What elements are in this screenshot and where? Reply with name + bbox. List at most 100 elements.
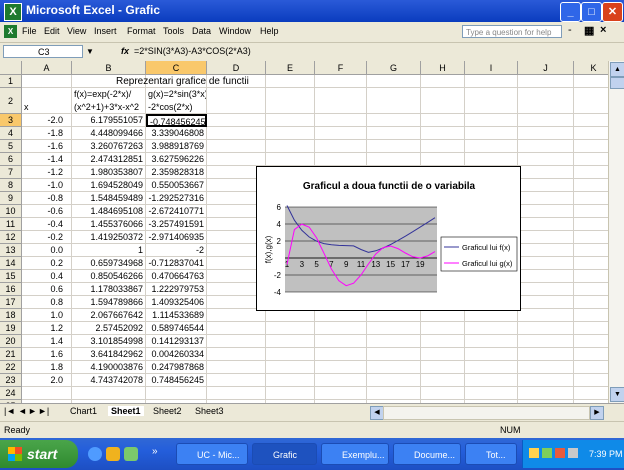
cell-a24[interactable] <box>22 387 72 400</box>
cell-i2[interactable] <box>465 88 518 114</box>
cell-g5[interactable] <box>367 140 421 153</box>
cell-a6[interactable]: -1.4 <box>22 153 72 166</box>
cell-j11[interactable] <box>518 218 574 231</box>
cell-j24[interactable] <box>518 387 574 400</box>
cell-a1[interactable] <box>22 75 72 88</box>
formula-input[interactable]: =2*SIN(3*A3)-A3*COS(2*A3) <box>134 46 251 56</box>
cell-d20[interactable] <box>207 335 266 348</box>
menu-edit[interactable]: Edit <box>44 26 60 36</box>
scroll-thumb[interactable] <box>610 77 624 89</box>
row-header-16[interactable]: 16 <box>0 283 22 296</box>
tab-chart1[interactable]: Chart1 <box>70 406 97 416</box>
cell-c20[interactable]: 0.141293137 <box>146 335 207 348</box>
cell-i4[interactable] <box>465 127 518 140</box>
chart[interactable]: Graficul a doua functii de o variabila 6 4… <box>256 166 521 311</box>
row-header-11[interactable]: 11 <box>0 218 22 231</box>
tab-nav-last[interactable]: ►| <box>38 406 49 416</box>
row-header-9[interactable]: 9 <box>0 192 22 205</box>
tab-nav-next[interactable]: ► <box>28 406 37 416</box>
cell-c5[interactable]: 3.988918769 <box>146 140 207 153</box>
cell-h21[interactable] <box>421 348 465 361</box>
cell-a2[interactable]: x <box>22 88 72 114</box>
column-header-h[interactable]: H <box>421 61 465 75</box>
select-all-corner[interactable] <box>0 61 22 75</box>
doc-close-button[interactable]: × <box>600 24 606 36</box>
cell-b15[interactable]: 0.850546266 <box>72 270 146 283</box>
cell-b21[interactable]: 3.641842962 <box>72 348 146 361</box>
cell-c11[interactable]: -3.257491591 <box>146 218 207 231</box>
cell-b14[interactable]: 0.659734968 <box>72 257 146 270</box>
taskbar-button-3[interactable]: Exemplu... <box>321 443 389 465</box>
menu-window[interactable]: Window <box>219 26 251 36</box>
cell-a20[interactable]: 1.4 <box>22 335 72 348</box>
cell-c10[interactable]: -2.672410771 <box>146 205 207 218</box>
cell-c19[interactable]: 0.589746544 <box>146 322 207 335</box>
row-header-5[interactable]: 5 <box>0 140 22 153</box>
row-header-12[interactable]: 12 <box>0 231 22 244</box>
row-header-6[interactable]: 6 <box>0 153 22 166</box>
cell-e6[interactable] <box>266 153 315 166</box>
cell-g19[interactable] <box>367 322 421 335</box>
cell-i19[interactable] <box>465 322 518 335</box>
cell-f1[interactable] <box>315 75 367 88</box>
cell-j22[interactable] <box>518 361 574 374</box>
minimize-button[interactable]: _ <box>560 2 581 22</box>
column-header-g[interactable]: G <box>367 61 421 75</box>
column-header-c[interactable]: C <box>146 61 207 75</box>
cell-j17[interactable] <box>518 296 574 309</box>
cell-i3[interactable] <box>465 114 518 127</box>
row-header-19[interactable]: 19 <box>0 322 22 335</box>
workbook-icon[interactable]: X <box>4 25 17 38</box>
tray-icon-1[interactable] <box>529 448 539 458</box>
taskbar-button-2[interactable]: Grafic <box>252 443 317 465</box>
tray-icon-3[interactable] <box>555 448 565 458</box>
cell-b16[interactable]: 1.178033867 <box>72 283 146 296</box>
cell-i20[interactable] <box>465 335 518 348</box>
cell-a16[interactable]: 0.6 <box>22 283 72 296</box>
scroll-up-button[interactable]: ▲ <box>610 62 624 77</box>
media-icon[interactable] <box>124 447 138 461</box>
cell-j15[interactable] <box>518 270 574 283</box>
row-header-1[interactable]: 1 <box>0 75 22 88</box>
cell-h19[interactable] <box>421 322 465 335</box>
cell-f2[interactable] <box>315 88 367 114</box>
cell-a7[interactable]: -1.2 <box>22 166 72 179</box>
row-header-15[interactable]: 15 <box>0 270 22 283</box>
cell-a8[interactable]: -1.0 <box>22 179 72 192</box>
cell-c4[interactable]: 3.339046808 <box>146 127 207 140</box>
tray-icon-4[interactable] <box>568 448 578 458</box>
start-button[interactable]: start <box>0 440 78 468</box>
cell-h1[interactable] <box>421 75 465 88</box>
tab-sheet2[interactable]: Sheet2 <box>153 406 182 416</box>
cell-a10[interactable]: -0.6 <box>22 205 72 218</box>
menu-file[interactable]: File <box>22 26 37 36</box>
cell-h5[interactable] <box>421 140 465 153</box>
cell-e4[interactable] <box>266 127 315 140</box>
cell-j7[interactable] <box>518 166 574 179</box>
cell-f22[interactable] <box>315 361 367 374</box>
cell-e23[interactable] <box>266 374 315 387</box>
cell-c22[interactable]: 0.247987868 <box>146 361 207 374</box>
cell-e1[interactable] <box>266 75 315 88</box>
cell-b9[interactable]: 1.548459489 <box>72 192 146 205</box>
taskbar-button-5[interactable]: Tot... <box>465 443 517 465</box>
cell-g4[interactable] <box>367 127 421 140</box>
cell-a14[interactable]: 0.2 <box>22 257 72 270</box>
ie-icon[interactable] <box>88 447 102 461</box>
cell-c16[interactable]: 1.222979753 <box>146 283 207 296</box>
scroll-down-button[interactable]: ▼ <box>610 387 624 402</box>
doc-minimize-button[interactable]: - <box>568 24 572 36</box>
row-header-4[interactable]: 4 <box>0 127 22 140</box>
close-button[interactable]: ✕ <box>602 2 623 22</box>
tab-sheet1[interactable]: Sheet1 <box>108 406 144 416</box>
row-header-13[interactable]: 13 <box>0 244 22 257</box>
cell-d1[interactable] <box>207 75 266 88</box>
cell-i21[interactable] <box>465 348 518 361</box>
folder-icon[interactable] <box>106 447 120 461</box>
cell-c15[interactable]: 0.470664763 <box>146 270 207 283</box>
cell-j10[interactable] <box>518 205 574 218</box>
cell-h23[interactable] <box>421 374 465 387</box>
cell-d19[interactable] <box>207 322 266 335</box>
name-box-dropdown-icon[interactable]: ▼ <box>86 47 94 56</box>
cell-b11[interactable]: 1.455376066 <box>72 218 146 231</box>
